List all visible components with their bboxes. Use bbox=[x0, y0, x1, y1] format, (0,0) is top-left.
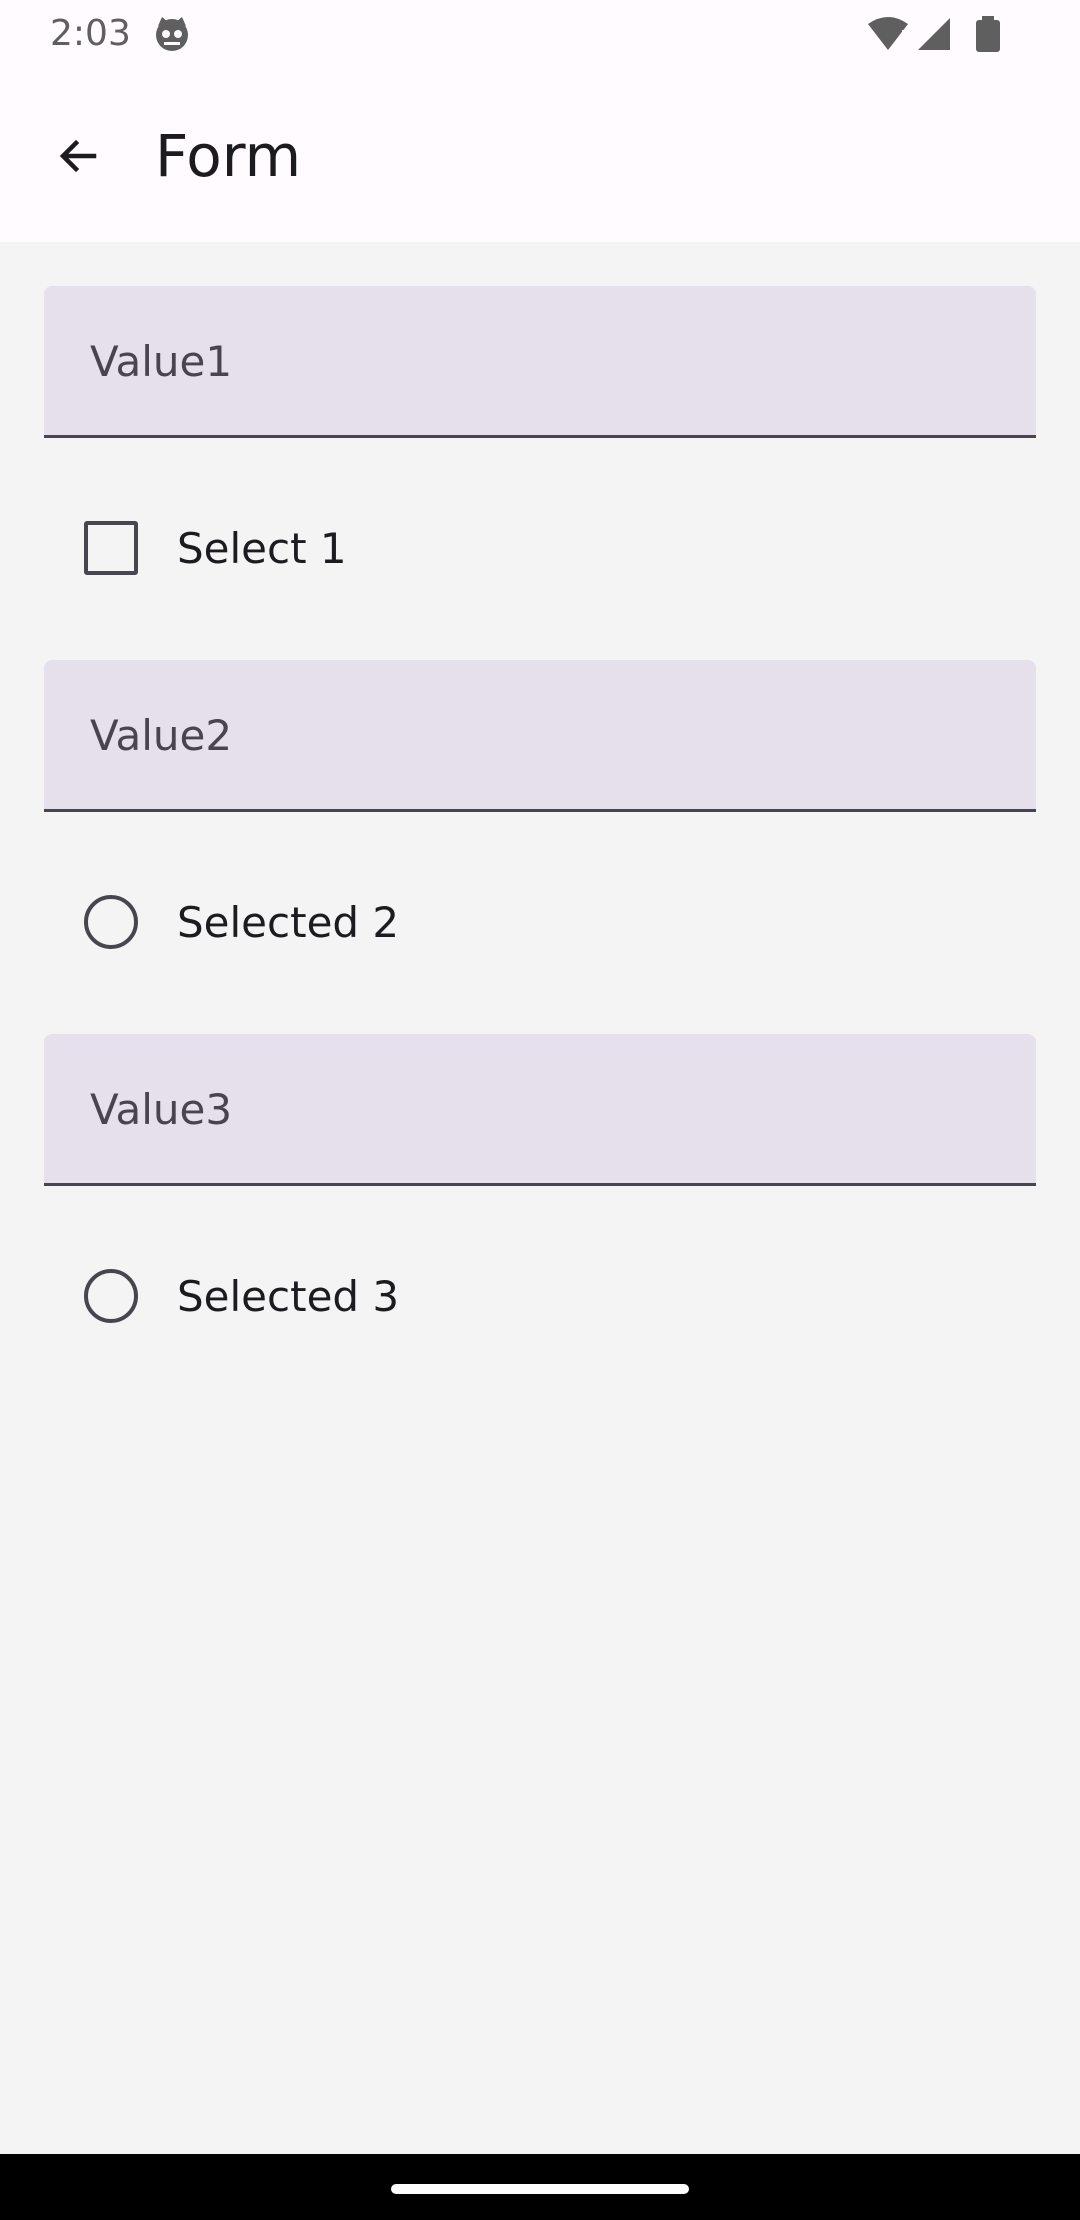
status-time: 2:03 bbox=[50, 13, 131, 54]
radio-button[interactable] bbox=[84, 895, 138, 949]
battery-icon bbox=[976, 16, 1000, 52]
form-screen: 2:03 Form Value1 Select 1 Value2 Selecte… bbox=[0, 0, 1080, 2220]
back-button[interactable] bbox=[40, 118, 116, 194]
text-field-3-value: Value3 bbox=[90, 1085, 233, 1134]
arrow-back-icon bbox=[59, 139, 97, 173]
status-icons bbox=[868, 16, 1000, 52]
home-gesture-handle[interactable] bbox=[391, 2184, 689, 2194]
checkbox[interactable] bbox=[84, 521, 138, 575]
text-field-2-value: Value2 bbox=[90, 711, 233, 760]
navigation-bar bbox=[0, 2154, 1080, 2220]
page-title: Form bbox=[155, 122, 302, 190]
radio-label: Selected 3 bbox=[177, 1272, 400, 1321]
radio-label: Selected 2 bbox=[177, 898, 400, 947]
top-bar: 2:03 Form bbox=[0, 0, 1080, 242]
android-debug-icon bbox=[156, 17, 188, 51]
text-field-2[interactable]: Value2 bbox=[44, 660, 1036, 812]
text-field-1-value: Value1 bbox=[90, 337, 233, 386]
text-field-3[interactable]: Value3 bbox=[44, 1034, 1036, 1186]
cell-signal-icon bbox=[918, 18, 950, 50]
radio-button[interactable] bbox=[84, 1269, 138, 1323]
text-field-1[interactable]: Value1 bbox=[44, 286, 1036, 438]
checkbox-select-1[interactable]: Select 1 bbox=[44, 489, 1036, 609]
checkbox-label: Select 1 bbox=[177, 524, 347, 573]
radio-selected-3[interactable]: Selected 3 bbox=[44, 1237, 1036, 1357]
radio-selected-2[interactable]: Selected 2 bbox=[44, 863, 1036, 983]
wifi-alert-icon bbox=[868, 17, 908, 50]
